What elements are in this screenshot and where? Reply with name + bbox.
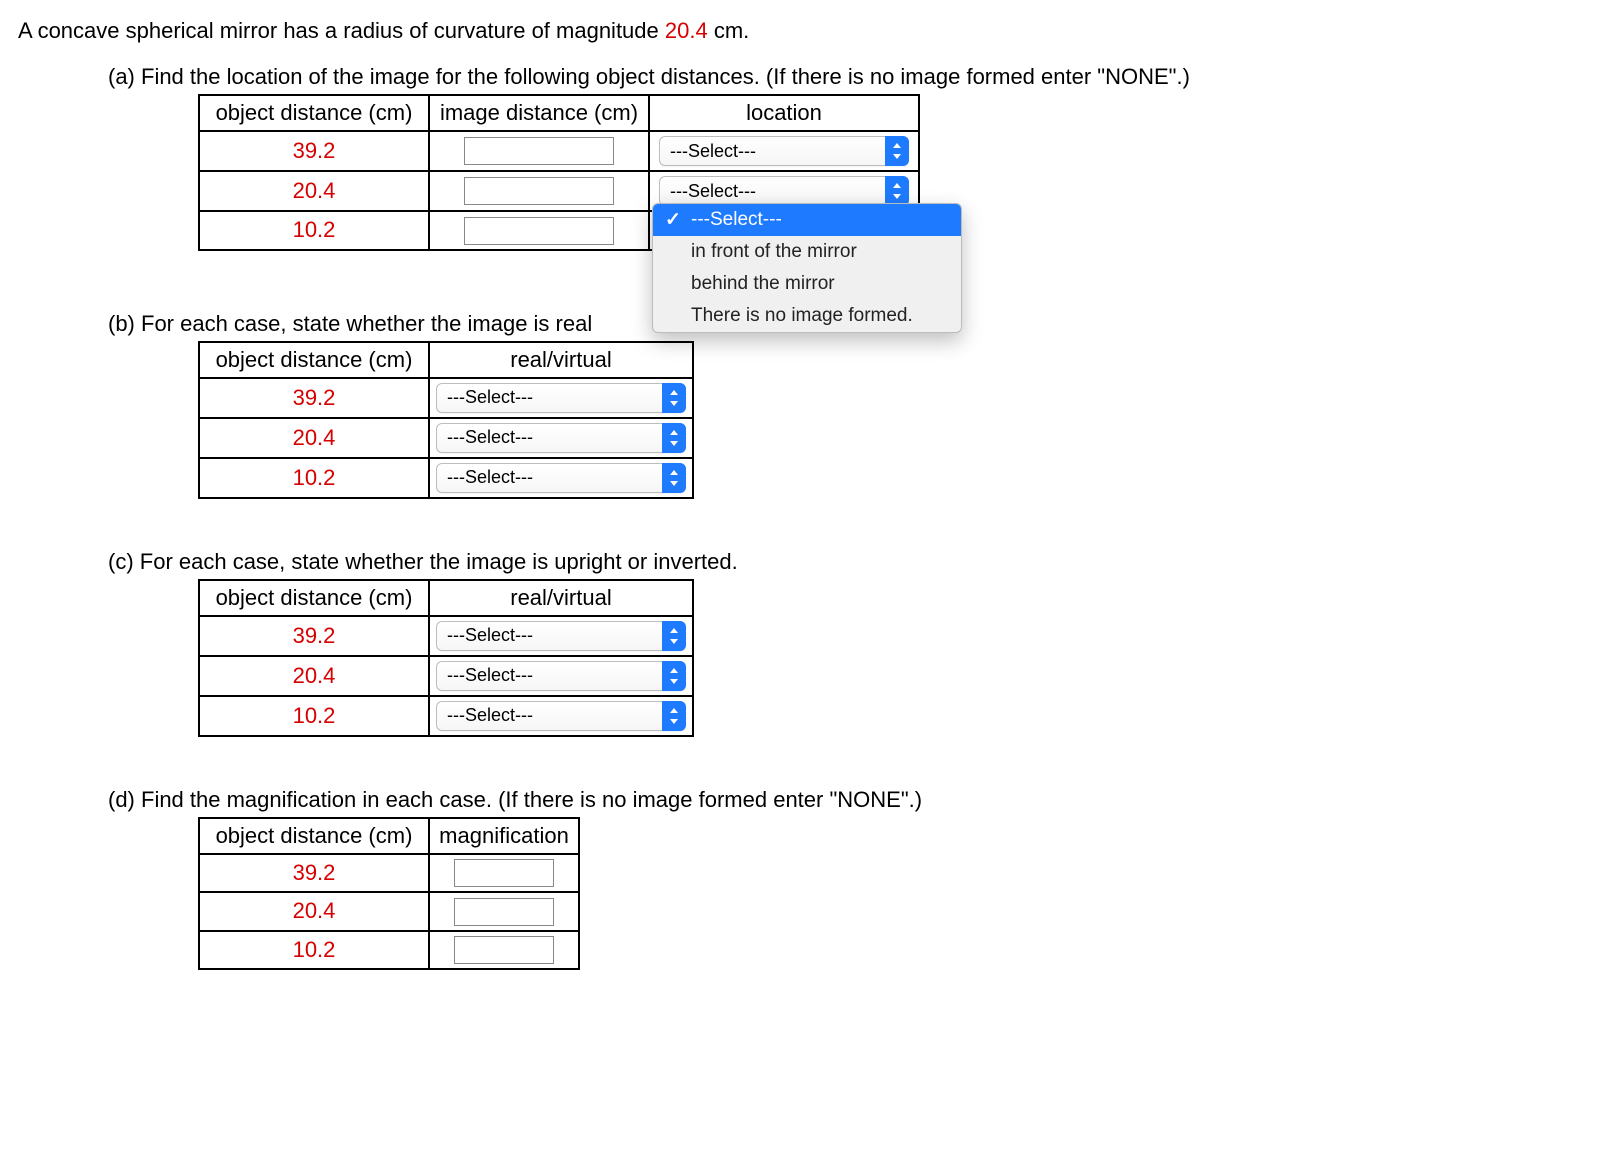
select-value: ---Select--- (447, 705, 533, 726)
part-d-prompt: (d) Find the magnification in each case.… (108, 787, 1602, 813)
select-stepper-icon (662, 423, 686, 453)
part-a-prompt: (a) Find the location of the image for t… (108, 64, 1602, 90)
real-virtual-select[interactable]: ---Select--- (436, 423, 686, 453)
dropdown-option-select[interactable]: ✓ ---Select--- (653, 204, 961, 236)
dropdown-option-front[interactable]: in front of the mirror (653, 236, 961, 268)
table-header-row: object distance (cm) magnification (199, 818, 579, 854)
col-real-virtual: real/virtual (429, 342, 693, 378)
col-object-distance: object distance (cm) (199, 342, 429, 378)
table-row: 20.4 ---Select--- (199, 656, 693, 696)
real-virtual-select[interactable]: ---Select--- (436, 463, 686, 493)
select-stepper-icon (662, 701, 686, 731)
col-image-distance: image distance (cm) (429, 95, 649, 131)
real-virtual-select[interactable]: ---Select--- (436, 383, 686, 413)
location-select[interactable]: ---Select--- (659, 176, 909, 206)
image-distance-input[interactable] (464, 137, 614, 165)
part-b: (b) For each case, state whether the ima… (108, 311, 1602, 499)
select-value: ---Select--- (670, 181, 756, 202)
col-object-distance: object distance (cm) (199, 580, 429, 616)
table-header-row: object distance (cm) real/virtual (199, 342, 693, 378)
select-stepper-icon (662, 661, 686, 691)
image-distance-input[interactable] (464, 217, 614, 245)
table-row: 39.2 ---Select--- (199, 131, 919, 171)
obj-distance-value: 20.4 (293, 898, 336, 923)
select-stepper-icon (662, 621, 686, 651)
obj-distance-value: 39.2 (293, 623, 336, 648)
table-header-row: object distance (cm) image distance (cm)… (199, 95, 919, 131)
part-b-table: object distance (cm) real/virtual 39.2 -… (198, 341, 694, 499)
dropdown-option-label: There is no image formed. (691, 305, 913, 326)
intro-prefix: A concave spherical mirror has a radius … (18, 18, 665, 43)
col-magnification: magnification (429, 818, 579, 854)
part-a: (a) Find the location of the image for t… (108, 64, 1602, 251)
upright-inverted-select[interactable]: ---Select--- (436, 701, 686, 731)
dropdown-option-label: behind the mirror (691, 273, 835, 294)
obj-distance-value: 20.4 (293, 425, 336, 450)
obj-distance-value: 10.2 (293, 703, 336, 728)
table-row: 39.2 ---Select--- (199, 616, 693, 656)
select-value: ---Select--- (447, 467, 533, 488)
table-row: 10.2 (199, 931, 579, 970)
select-stepper-icon (662, 463, 686, 493)
table-row: 39.2 (199, 854, 579, 893)
dropdown-option-label: ---Select--- (691, 209, 782, 230)
select-stepper-icon (885, 136, 909, 166)
upright-inverted-select[interactable]: ---Select--- (436, 661, 686, 691)
obj-distance-value: 39.2 (293, 385, 336, 410)
part-c-prompt: (c) For each case, state whether the ima… (108, 549, 1602, 575)
image-distance-input[interactable] (464, 177, 614, 205)
dropdown-option-behind[interactable]: behind the mirror (653, 268, 961, 300)
select-stepper-icon (662, 383, 686, 413)
obj-distance-value: 10.2 (293, 217, 336, 242)
obj-distance-value: 39.2 (293, 860, 336, 885)
table-row: 10.2 ---Select--- (199, 696, 693, 736)
select-value: ---Select--- (447, 665, 533, 686)
select-value: ---Select--- (447, 427, 533, 448)
dropdown-option-label: in front of the mirror (691, 241, 857, 262)
part-d: (d) Find the magnification in each case.… (108, 787, 1602, 971)
dropdown-option-none[interactable]: There is no image formed. (653, 300, 961, 332)
part-c-table: object distance (cm) real/virtual 39.2 -… (198, 579, 694, 737)
intro-radius-value: 20.4 (665, 18, 708, 43)
table-row: 10.2 ---Select--- (199, 458, 693, 498)
table-row: 20.4 ---Select--- (199, 418, 693, 458)
obj-distance-value: 10.2 (293, 465, 336, 490)
location-dropdown-panel[interactable]: ✓ ---Select--- in front of the mirror be… (652, 203, 962, 333)
obj-distance-value: 20.4 (293, 663, 336, 688)
select-value: ---Select--- (670, 141, 756, 162)
check-icon: ✓ (665, 208, 681, 231)
select-value: ---Select--- (447, 387, 533, 408)
table-row: 20.4 (199, 892, 579, 931)
upright-inverted-select[interactable]: ---Select--- (436, 621, 686, 651)
obj-distance-value: 39.2 (293, 138, 336, 163)
col-object-distance: object distance (cm) (199, 818, 429, 854)
table-row: 39.2 ---Select--- (199, 378, 693, 418)
obj-distance-value: 10.2 (293, 937, 336, 962)
location-select[interactable]: ---Select--- (659, 136, 909, 166)
col-object-distance: object distance (cm) (199, 95, 429, 131)
col-real-virtual: real/virtual (429, 580, 693, 616)
col-location: location (649, 95, 919, 131)
intro-suffix: cm. (708, 18, 750, 43)
magnification-input[interactable] (454, 859, 554, 887)
select-value: ---Select--- (447, 625, 533, 646)
part-c: (c) For each case, state whether the ima… (108, 549, 1602, 737)
magnification-input[interactable] (454, 936, 554, 964)
obj-distance-value: 20.4 (293, 178, 336, 203)
magnification-input[interactable] (454, 898, 554, 926)
table-header-row: object distance (cm) real/virtual (199, 580, 693, 616)
select-stepper-icon (885, 176, 909, 206)
problem-intro: A concave spherical mirror has a radius … (18, 18, 1602, 44)
part-d-table: object distance (cm) magnification 39.2 … (198, 817, 580, 971)
